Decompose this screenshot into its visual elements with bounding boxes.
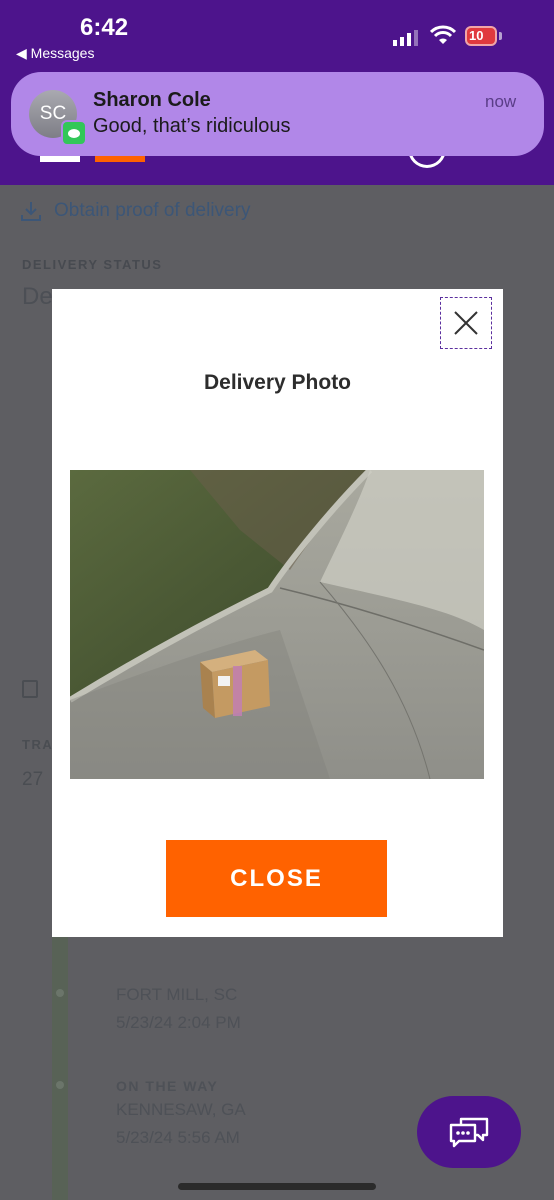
event-location: KENNESAW, GA <box>116 1100 246 1119</box>
timeline-event: ON THE WAY KENNESAW, GA 5/23/24 5:56 AM <box>116 1078 246 1148</box>
notification-sender: Sharon Cole <box>93 89 211 111</box>
notification-time: now <box>485 92 517 111</box>
event-location: FORT MILL, SC <box>116 985 238 1004</box>
delivery-photo-modal: Delivery Photo CLOSE <box>52 289 503 937</box>
proof-of-delivery-label: Obtain proof of delivery <box>54 200 251 221</box>
battery-level: 10 <box>469 28 484 43</box>
message-notification[interactable]: SC Sharon Cole Good, that’s ridiculous n… <box>11 72 544 156</box>
package-photo-image <box>70 470 484 779</box>
timeline-dot <box>56 989 64 997</box>
close-icon <box>454 311 478 335</box>
document-icon <box>22 680 38 698</box>
tracking-label: TRA <box>22 737 54 752</box>
cellular-signal-icon <box>393 30 418 46</box>
event-status: ON THE WAY <box>116 1078 219 1094</box>
modal-title: Delivery Photo <box>203 371 352 394</box>
notification-message: Good, that’s ridiculous <box>93 115 291 137</box>
home-indicator[interactable] <box>178 1183 376 1190</box>
delivery-status-value: De <box>22 283 53 310</box>
proof-of-delivery-link[interactable]: Obtain proof of delivery <box>20 199 250 223</box>
back-to-app-link[interactable]: ◀ Messages <box>16 45 94 62</box>
chat-bubbles-icon <box>449 1117 489 1148</box>
wifi-icon <box>430 25 456 44</box>
status-bar: 6:42 ◀ Messages 10 <box>0 0 554 70</box>
status-time: 6:42 <box>80 14 129 41</box>
timeline-event: FORT MILL, SC 5/23/24 2:04 PM <box>116 985 241 1033</box>
tracking-number: 27 <box>22 769 44 790</box>
chat-button[interactable] <box>417 1096 521 1168</box>
messages-icon <box>61 120 87 146</box>
package-image <box>200 650 270 718</box>
delivery-photo <box>70 470 484 779</box>
timeline-line <box>52 937 68 1200</box>
download-icon <box>21 202 41 221</box>
battery-icon: 10 <box>465 26 503 48</box>
close-icon-button[interactable] <box>440 297 492 349</box>
close-button[interactable]: CLOSE <box>166 840 387 917</box>
timeline-dot <box>56 1081 64 1089</box>
event-datetime: 5/23/24 2:04 PM <box>116 1013 241 1032</box>
event-datetime: 5/23/24 5:56 AM <box>116 1128 240 1147</box>
delivery-status-label: DELIVERY STATUS <box>22 257 163 272</box>
